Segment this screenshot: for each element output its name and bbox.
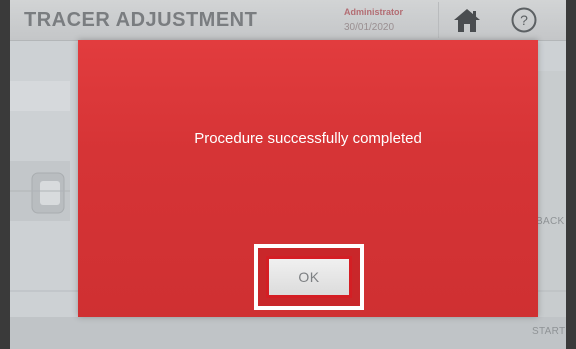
help-button[interactable]: ? bbox=[510, 6, 538, 34]
header-bar: TRACER ADJUSTMENT Administrator 30/01/20… bbox=[10, 0, 566, 41]
start-button[interactable]: START bbox=[532, 326, 565, 337]
user-role: Administrator bbox=[344, 7, 404, 17]
home-button[interactable] bbox=[438, 2, 495, 38]
page-title: TRACER ADJUSTMENT bbox=[24, 9, 258, 31]
help-icon: ? bbox=[511, 7, 537, 33]
dialog-message: Procedure successfully completed bbox=[194, 130, 422, 147]
ok-button[interactable]: OK bbox=[266, 256, 352, 298]
completion-dialog: Procedure successfully completed OK bbox=[78, 40, 538, 317]
ok-button-frame: OK bbox=[254, 244, 364, 310]
device-screen: TRACER ADJUSTMENT Administrator 30/01/20… bbox=[10, 0, 566, 349]
back-button[interactable]: BACK bbox=[536, 216, 564, 227]
user-info: Administrator 30/01/2020 bbox=[344, 6, 430, 34]
help-glyph: ? bbox=[520, 12, 528, 28]
home-icon bbox=[454, 9, 480, 32]
current-date: 30/01/2020 bbox=[344, 22, 395, 33]
